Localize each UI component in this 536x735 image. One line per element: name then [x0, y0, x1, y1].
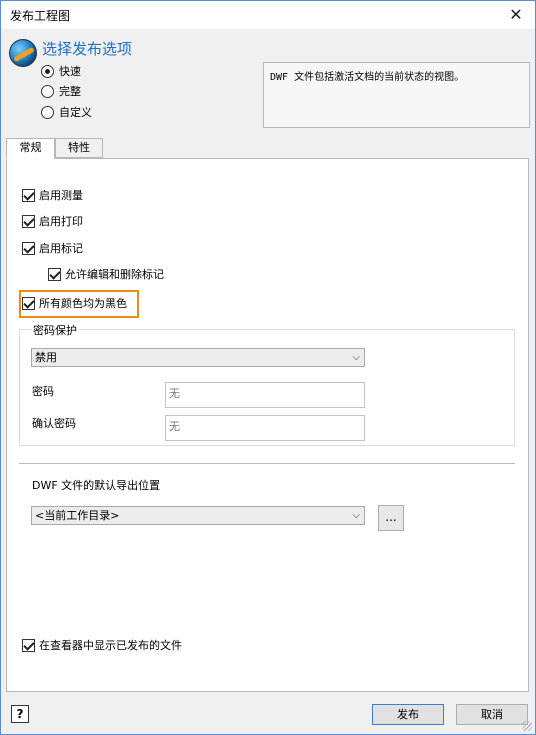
radio-label: 自定义 [59, 106, 92, 119]
checkbox-enable-markup[interactable]: 启用标记 [22, 240, 83, 256]
chevron-down-icon: ⌵ [352, 510, 360, 521]
header-title: 选择发布选项 [42, 40, 133, 58]
chevron-down-icon: ⌵ [352, 352, 360, 363]
radio-complete[interactable]: 完整 [41, 83, 81, 99]
checkbox[interactable] [22, 638, 35, 652]
radio-button[interactable] [41, 84, 54, 98]
publish-button[interactable]: 发布 [372, 704, 444, 725]
cancel-button[interactable]: 取消 [456, 704, 528, 725]
dwf-globe-icon [9, 39, 37, 67]
divider [19, 463, 515, 464]
confirm-password-label: 确认密码 [32, 417, 76, 430]
checkbox-enable-print[interactable]: 启用打印 [22, 213, 83, 229]
publish-drawing-dialog: 发布工程图 ✕ 选择发布选项 快速 完整 自定义 DWF 文件包括激活文档的当前… [0, 0, 536, 735]
window-title: 发布工程图 [10, 9, 71, 23]
radio-label: 完整 [59, 85, 81, 98]
help-button[interactable]: ? [11, 705, 29, 723]
checkbox[interactable] [48, 267, 61, 281]
checkbox-all-colors-black[interactable]: 所有颜色均为黑色 [22, 295, 127, 311]
export-location-label: DWF 文件的默认导出位置 [32, 479, 161, 492]
confirm-password-input[interactable]: 无 [165, 415, 365, 441]
title-bar: 发布工程图 ✕ [1, 1, 535, 29]
password-mode-select[interactable]: 禁用 ⌵ [31, 348, 365, 367]
select-value: <当前工作目录> [35, 509, 120, 522]
resize-grip[interactable] [522, 721, 532, 731]
checkbox-enable-measure[interactable]: 启用测量 [22, 187, 83, 203]
password-group-legend: 密码保护 [31, 322, 79, 338]
checkbox[interactable] [22, 241, 35, 255]
export-location-select[interactable]: <当前工作目录> ⌵ [31, 506, 365, 525]
checkbox-label: 在查看器中显示已发布的文件 [39, 639, 182, 652]
password-input[interactable]: 无 [165, 382, 365, 408]
checkbox-label: 启用打印 [39, 215, 83, 228]
close-icon[interactable]: ✕ [505, 4, 527, 26]
radio-express[interactable]: 快速 [41, 63, 81, 79]
checkbox-label: 所有颜色均为黑色 [39, 297, 127, 310]
checkbox-allow-edit-delete-markup[interactable]: 允许编辑和删除标记 [48, 266, 164, 282]
password-label: 密码 [32, 385, 54, 398]
tab-properties[interactable]: 特性 [55, 138, 103, 158]
select-value: 禁用 [35, 351, 57, 364]
description-box: DWF 文件包括激活文档的当前状态的视图。 [263, 62, 530, 128]
checkbox[interactable] [22, 214, 35, 228]
radio-label: 快速 [59, 65, 81, 78]
checkbox-label: 启用标记 [39, 242, 83, 255]
browse-button[interactable]: ... [378, 505, 404, 531]
checkbox[interactable] [22, 296, 35, 310]
checkbox-label: 启用测量 [39, 189, 83, 202]
tab-general[interactable]: 常规 [6, 138, 55, 159]
checkbox[interactable] [22, 188, 35, 202]
checkbox-show-in-viewer[interactable]: 在查看器中显示已发布的文件 [22, 637, 182, 653]
checkbox-label: 允许编辑和删除标记 [65, 268, 164, 281]
radio-button[interactable] [41, 64, 54, 78]
radio-custom[interactable]: 自定义 [41, 104, 92, 120]
radio-button[interactable] [41, 105, 54, 119]
